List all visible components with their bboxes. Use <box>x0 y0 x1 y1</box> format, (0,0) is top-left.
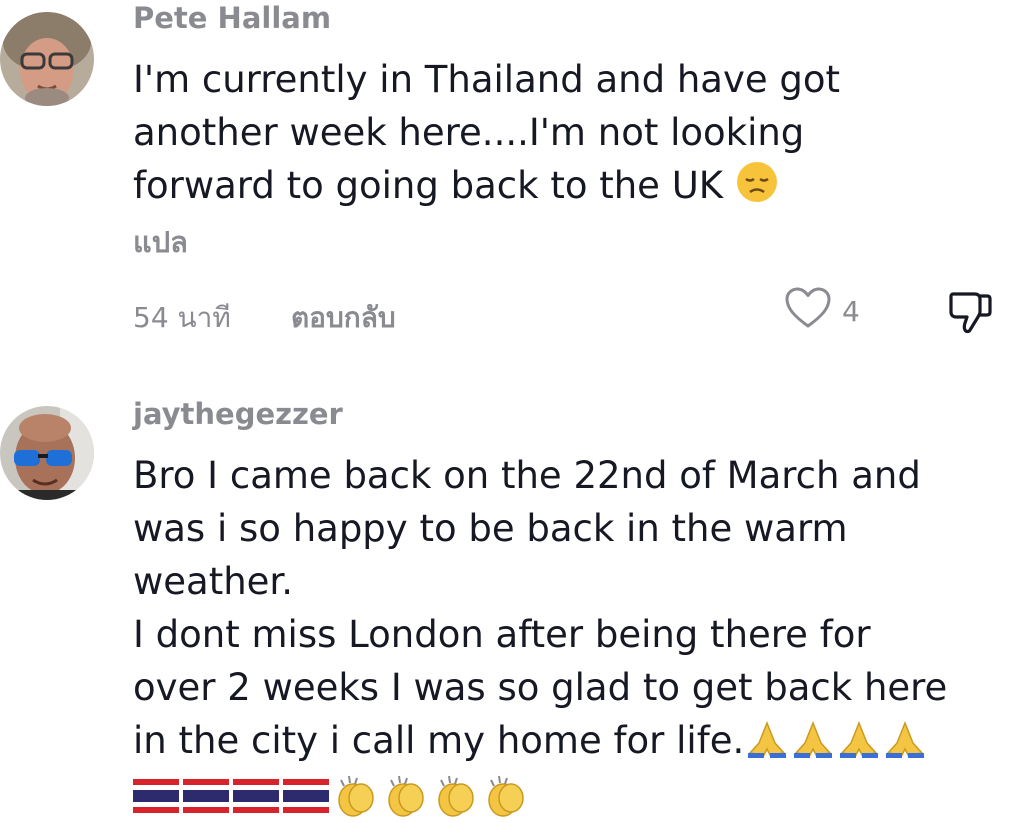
thailand-flag-emoji <box>183 779 229 817</box>
folded-hands-emoji-group <box>744 719 928 762</box>
comment-item: Pete Hallam I'm currently in Thailand an… <box>0 0 1010 360</box>
comment-text-line: Bro I came back on the 22nd of March and <box>133 454 921 497</box>
clapping-hands-emoji <box>383 774 429 822</box>
like-button[interactable]: 4 <box>784 286 860 337</box>
comment-text-line: over 2 weeks I was so glad to get back h… <box>133 666 948 709</box>
like-count: 4 <box>842 295 860 328</box>
folded-hands-emoji <box>790 719 836 773</box>
translate-link[interactable]: แปล <box>133 222 1000 262</box>
avatar[interactable] <box>0 12 94 106</box>
comment-text-line: another week here....I'm not looking <box>133 111 805 154</box>
comment-text-line: I'm currently in Thailand and have got <box>133 58 840 101</box>
dislike-button[interactable] <box>945 286 995 343</box>
comment-text-line: I dont miss London after being there for <box>133 613 871 656</box>
folded-hands-emoji <box>836 719 882 773</box>
thailand-flag-emoji <box>133 779 179 817</box>
comment-timestamp: 54 นาที <box>133 301 231 334</box>
clapping-hands-emoji <box>333 774 379 822</box>
comment-text-line: in the city i call my home for life. <box>133 714 1000 773</box>
emoji-row <box>133 773 1000 823</box>
clapping-hands-emoji <box>433 774 479 822</box>
comment-text-line: was i so happy to be back in the warm <box>133 507 848 550</box>
avatar[interactable] <box>0 406 94 500</box>
comment-username[interactable]: jaythegezzer <box>133 396 1000 432</box>
reply-button[interactable]: ตอบกลับ <box>291 296 396 340</box>
heart-outline-icon <box>784 286 832 337</box>
comment-text: Bro I came back on the 22nd of March and… <box>133 449 1000 773</box>
clapping-hands-emoji <box>483 774 529 822</box>
comment-text-line: weather. <box>133 560 293 603</box>
folded-hands-emoji <box>882 719 928 773</box>
comment-item: jaythegezzer Bro I came back on the 22nd… <box>0 396 1010 817</box>
disappointed-face-emoji <box>735 160 779 218</box>
comment-username[interactable]: Pete Hallam <box>133 0 1000 36</box>
thailand-flag-emoji <box>233 779 279 817</box>
comment-text-line: forward to going back to the UK <box>133 159 1000 218</box>
thumbs-down-outline-icon <box>945 292 995 343</box>
comment-actions: 54 นาที ตอบกลับ 4 <box>133 287 1010 334</box>
thailand-flag-emoji <box>283 779 329 817</box>
folded-hands-emoji <box>744 719 790 773</box>
comment-text: I'm currently in Thailand and have got a… <box>133 53 1000 218</box>
